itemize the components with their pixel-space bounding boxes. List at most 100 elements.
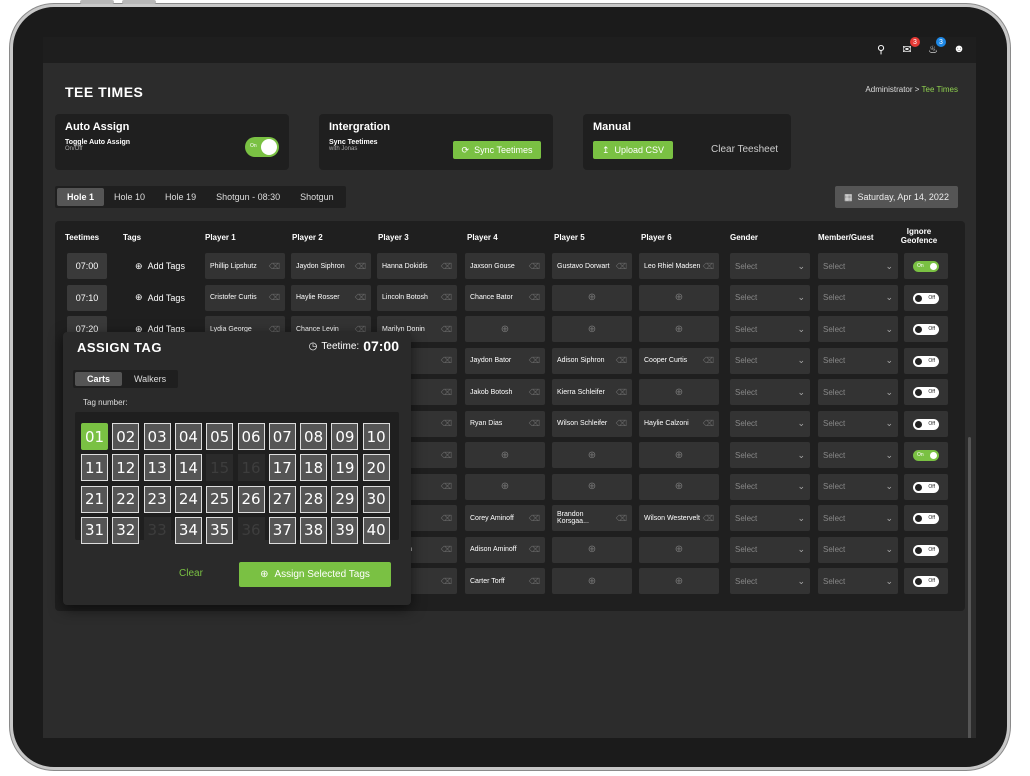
add-player-cell[interactable]: ⊕ [552,568,632,594]
trash-icon[interactable]: ⌫ [441,293,452,302]
teetime-cell[interactable]: 07:00 [67,253,107,279]
tag-number[interactable]: 39 [331,516,359,544]
player-cell[interactable]: Haylie Rosser ⌫ [291,284,371,311]
member-guest-select[interactable]: Select ⌄ [818,253,898,279]
tag-number[interactable]: 25 [206,485,234,513]
hole-tab[interactable]: Hole 10 [104,188,155,206]
trash-icon[interactable]: ⌫ [441,514,452,523]
tag-number[interactable]: 29 [331,485,359,513]
add-player-cell[interactable]: ⊕ [465,316,545,342]
player-cell[interactable]: Haylie Calzoni ⌫ [639,410,719,437]
mail-icon[interactable]: ✉ 3 [900,37,920,56]
tag-number[interactable]: 40 [362,516,390,544]
trash-icon[interactable]: ⌫ [616,388,627,397]
tag-number[interactable]: 18 [300,454,328,482]
tag-number[interactable]: 04 [174,423,202,450]
player-cell[interactable]: Hanna Dokidis ⌫ [377,253,457,279]
tag-number[interactable]: 05 [206,423,234,450]
hole-tab[interactable]: Hole 19 [155,188,206,206]
teetime-cell[interactable]: 07:10 [67,284,107,311]
hole-tab[interactable]: Shotgun - 08:30 [206,188,290,206]
trash-icon[interactable]: ⌫ [441,577,452,586]
player-cell[interactable]: Jaxson Gouse ⌫ [465,253,545,279]
trash-icon[interactable]: ⌫ [441,388,452,397]
assign-selected-tags-button[interactable]: ⊕ Assign Selected Tags [239,562,391,587]
add-player-cell[interactable]: ⊕ [639,442,719,468]
tag-number[interactable]: 23 [143,485,171,513]
tab-walkers[interactable]: Walkers [122,372,178,386]
trash-icon[interactable]: ⌫ [616,514,627,523]
upload-csv-button[interactable]: ↥ Upload CSV [593,141,673,159]
gender-select[interactable]: Select ⌄ [730,284,810,311]
geofence-toggle[interactable]: Off [913,513,939,524]
add-player-cell[interactable]: ⊕ [639,284,719,311]
gender-select[interactable]: Select ⌄ [730,410,810,437]
player-cell[interactable]: Gustavo Dorwart ⌫ [552,253,632,279]
trash-icon[interactable]: ⌫ [529,419,540,428]
member-guest-select[interactable]: Select ⌄ [818,410,898,437]
player-cell[interactable]: Kierra Schleifer ⌫ [552,379,632,405]
gender-select[interactable]: Select ⌄ [730,347,810,374]
player-cell[interactable]: Cristofer Curtis ⌫ [205,284,285,311]
add-player-cell[interactable]: ⊕ [639,568,719,594]
gender-select[interactable]: Select ⌄ [730,568,810,594]
tag-number[interactable]: 10 [362,423,390,450]
tag-number[interactable]: 37 [268,516,296,544]
member-guest-select[interactable]: Select ⌄ [818,473,898,500]
trash-icon[interactable]: ⌫ [441,451,452,460]
gender-select[interactable]: Select ⌄ [730,505,810,531]
tag-number[interactable]: 35 [206,516,234,544]
add-player-cell[interactable]: ⊕ [639,316,719,342]
trash-icon[interactable]: ⌫ [529,545,540,554]
player-cell[interactable]: Wilson Schleifer ⌫ [552,410,632,437]
gender-select[interactable]: Select ⌄ [730,253,810,279]
tag-number[interactable]: 07 [268,423,296,450]
add-player-cell[interactable]: ⊕ [639,379,719,405]
tag-number[interactable]: 32 [112,516,140,544]
trash-icon[interactable]: ⌫ [355,262,366,271]
geofence-toggle[interactable]: Off [913,481,939,493]
trash-icon[interactable]: ⌫ [529,577,540,586]
bell-icon[interactable]: ♨ 3 [926,37,946,56]
gender-select[interactable]: Select ⌄ [730,473,810,500]
scrollbar[interactable] [968,437,971,738]
player-cell[interactable]: Adison Aminoff ⌫ [465,536,545,563]
trash-icon[interactable]: ⌫ [703,262,714,271]
gender-select[interactable]: Select ⌄ [730,442,810,468]
trash-icon[interactable]: ⌫ [703,419,714,428]
geofence-toggle[interactable]: Off [913,576,939,587]
member-guest-select[interactable]: Select ⌄ [818,347,898,374]
player-cell[interactable]: Jaydon Bator ⌫ [465,347,545,374]
gender-select[interactable]: Select ⌄ [730,536,810,563]
trash-icon[interactable]: ⌫ [441,356,452,365]
geofence-toggle[interactable]: Off [913,355,939,367]
trash-icon[interactable]: ⌫ [269,262,280,271]
member-guest-select[interactable]: Select ⌄ [818,536,898,563]
tag-number[interactable]: 21 [81,485,108,513]
geofence-toggle[interactable]: Off [913,387,939,398]
geofence-toggle[interactable]: Off [913,544,939,556]
tag-number[interactable]: 20 [362,454,390,482]
add-player-cell[interactable]: ⊕ [552,284,632,311]
search-icon[interactable]: ⚲ [874,42,888,56]
user-icon[interactable]: ☻ [952,42,966,56]
trash-icon[interactable]: ⌫ [441,262,452,271]
add-player-cell[interactable]: ⊕ [465,473,545,500]
trash-icon[interactable]: ⌫ [529,262,540,271]
tag-number[interactable]: 28 [300,485,328,513]
player-cell[interactable]: Leo Rhiel Madsen ⌫ [639,253,719,279]
tag-number[interactable]: 19 [331,454,359,482]
trash-icon[interactable]: ⌫ [616,262,627,271]
add-player-cell[interactable]: ⊕ [552,442,632,468]
player-cell[interactable]: Jaydon Siphron ⌫ [291,253,371,279]
tag-number[interactable]: 22 [112,485,140,513]
trash-icon[interactable]: ⌫ [269,293,280,302]
add-player-cell[interactable]: ⊕ [639,536,719,563]
player-cell[interactable]: Wilson Westervelt ⌫ [639,505,719,531]
geofence-toggle[interactable]: Off [913,418,939,430]
add-tags-button[interactable]: ⊕ Add Tags [125,285,195,311]
add-player-cell[interactable]: ⊕ [465,442,545,468]
geofence-toggle[interactable]: Off [913,292,939,304]
member-guest-select[interactable]: Select ⌄ [818,442,898,468]
sync-teetimes-button[interactable]: ⟳ Sync Teetimes [453,141,541,159]
